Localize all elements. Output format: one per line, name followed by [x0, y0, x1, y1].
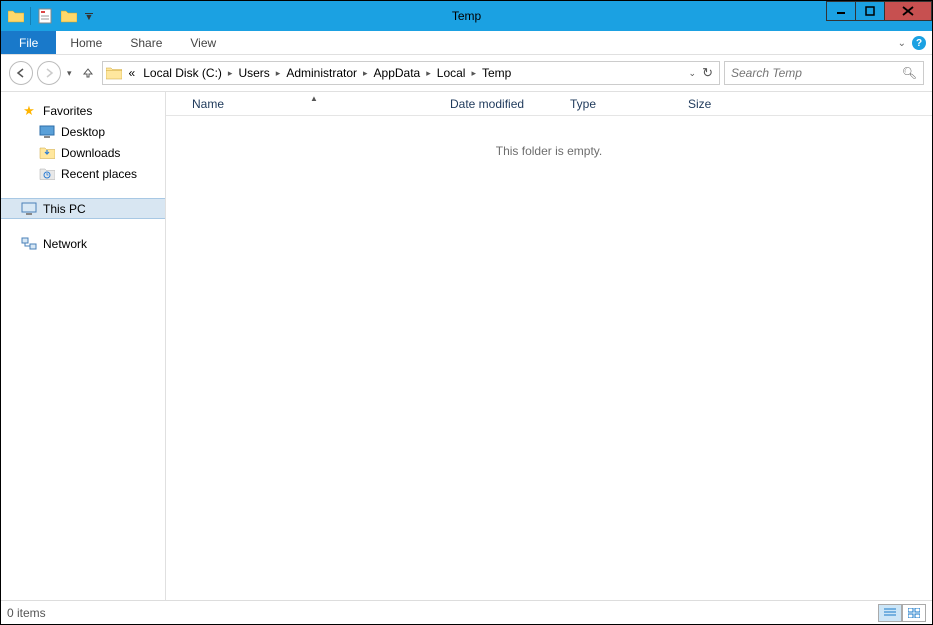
column-headers: Name ▲ Date modified Type Size: [166, 92, 932, 116]
forward-button[interactable]: [37, 61, 61, 85]
breadcrumb-item[interactable]: AppData: [370, 66, 425, 80]
file-tab[interactable]: File: [1, 31, 56, 54]
desktop-icon: [39, 124, 55, 140]
star-icon: ★: [21, 103, 37, 119]
column-type[interactable]: Type: [564, 97, 682, 111]
recent-locations-dropdown[interactable]: ▾: [65, 68, 74, 79]
content-pane: Name ▲ Date modified Type Size This fold…: [166, 92, 932, 600]
column-date-modified[interactable]: Date modified: [444, 97, 564, 111]
status-bar: 0 items: [1, 600, 932, 624]
help-icon[interactable]: ?: [912, 36, 926, 50]
maximize-button[interactable]: [855, 1, 885, 21]
ribbon-expand-icon[interactable]: ⌄: [898, 38, 906, 49]
ribbon-tabs: File Home Share View ⌄ ?: [1, 31, 932, 55]
folder-icon: [105, 64, 123, 82]
view-toggles: [878, 604, 926, 622]
nav-item-desktop[interactable]: Desktop: [1, 121, 165, 142]
downloads-icon: [39, 145, 55, 161]
breadcrumb-item[interactable]: Local: [433, 66, 470, 80]
details-view-button[interactable]: [878, 604, 902, 622]
network-group: Network: [1, 233, 165, 254]
chevron-right-icon[interactable]: ▸: [361, 68, 370, 79]
chevron-right-icon[interactable]: ▸: [469, 68, 478, 79]
tab-view[interactable]: View: [176, 31, 230, 54]
nav-label: Recent places: [61, 167, 137, 181]
favorites-group: ★ Favorites Desktop Downloads Recent pla…: [1, 100, 165, 184]
minimize-button[interactable]: [826, 1, 856, 21]
nav-label: Network: [43, 237, 87, 251]
favorites-header[interactable]: ★ Favorites: [1, 100, 165, 121]
nav-label: Desktop: [61, 125, 105, 139]
search-input[interactable]: [731, 66, 902, 80]
column-size[interactable]: Size: [682, 97, 757, 111]
computer-icon: [21, 201, 37, 217]
status-item-count: 0 items: [7, 606, 878, 620]
nav-item-network[interactable]: Network: [1, 233, 165, 254]
nav-label: Downloads: [61, 146, 120, 160]
this-pc-group: This PC: [1, 198, 165, 219]
close-button[interactable]: [884, 1, 932, 21]
qat-dropdown-icon[interactable]: ▼: [82, 5, 96, 27]
search-icon[interactable]: 🔍︎: [902, 66, 917, 80]
nav-item-recent-places[interactable]: Recent places: [1, 163, 165, 184]
explorer-window: ▼ Temp File Home Share View ⌄ ? ▾ «: [0, 0, 933, 625]
quick-access-toolbar: ▼: [1, 5, 96, 27]
recent-icon: [39, 166, 55, 182]
titlebar[interactable]: ▼ Temp: [1, 1, 932, 31]
chevron-right-icon[interactable]: ▸: [274, 68, 283, 79]
column-label: Name: [192, 97, 224, 111]
refresh-icon[interactable]: ↻: [702, 65, 713, 81]
tab-home[interactable]: Home: [56, 31, 116, 54]
sort-ascending-icon: ▲: [310, 94, 318, 103]
folder-icon[interactable]: [5, 5, 27, 27]
breadcrumb-overflow[interactable]: «: [125, 66, 140, 80]
tab-share[interactable]: Share: [116, 31, 176, 54]
nav-label: Favorites: [43, 104, 92, 118]
column-name[interactable]: Name ▲: [186, 97, 444, 111]
separator: [30, 7, 31, 25]
back-button[interactable]: [9, 61, 33, 85]
window-controls: [827, 1, 932, 21]
breadcrumb-item[interactable]: Administrator: [282, 66, 361, 80]
breadcrumb-item[interactable]: Local Disk (C:): [139, 66, 226, 80]
nav-item-this-pc[interactable]: This PC: [1, 198, 165, 219]
address-bar[interactable]: « Local Disk (C:) ▸ Users ▸ Administrato…: [102, 61, 720, 85]
body: ★ Favorites Desktop Downloads Recent pla…: [1, 91, 932, 600]
nav-label: This PC: [43, 202, 86, 216]
empty-folder-message: This folder is empty.: [166, 144, 932, 158]
navigation-bar: ▾ « Local Disk (C:) ▸ Users ▸ Administra…: [1, 55, 932, 91]
search-box[interactable]: 🔍︎: [724, 61, 924, 85]
navigation-pane[interactable]: ★ Favorites Desktop Downloads Recent pla…: [1, 92, 166, 600]
properties-icon[interactable]: [34, 5, 56, 27]
nav-item-downloads[interactable]: Downloads: [1, 142, 165, 163]
chevron-right-icon[interactable]: ▸: [226, 68, 235, 79]
address-dropdown-icon[interactable]: ⌄: [687, 68, 699, 79]
new-folder-icon[interactable]: [58, 5, 80, 27]
breadcrumb-item[interactable]: Temp: [478, 66, 515, 80]
breadcrumb-item[interactable]: Users: [234, 66, 273, 80]
window-title: Temp: [1, 9, 932, 23]
chevron-right-icon[interactable]: ▸: [424, 68, 433, 79]
network-icon: [21, 236, 37, 252]
up-button[interactable]: [78, 63, 98, 83]
thumbnails-view-button[interactable]: [902, 604, 926, 622]
